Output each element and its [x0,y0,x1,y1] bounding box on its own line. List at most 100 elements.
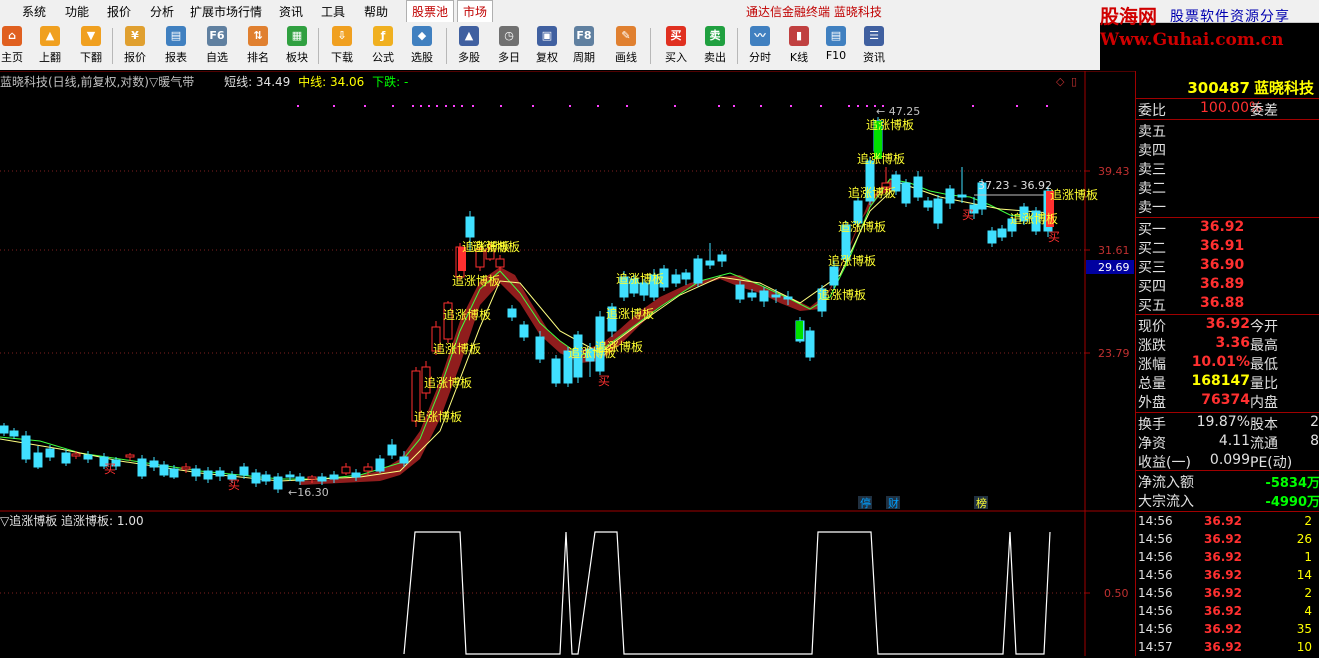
toolbar-button-9[interactable]: ⇩ 下载 [324,26,360,68]
brand-slogan: 股票软件资源分享 [1170,9,1290,25]
stock-header[interactable]: 300487 蓝晓科技 [1136,77,1319,98]
current-price-label: 29.69 [1098,261,1130,274]
fundamental-value-2: 8 [1310,433,1319,449]
report-icon: ▤ [166,26,186,46]
quote-panel: 300487 蓝晓科技 委比 100.00% 委差 卖五 卖四 卖三 卖二 卖一 买一 36.92 买二… [1135,71,1319,656]
tick-time: 14:56 [1138,568,1173,582]
toolbar-button-label: 资讯 [863,51,885,64]
tick-volume: 26 [1296,532,1312,546]
tab-stock-pool[interactable]: 股票池 [406,0,455,23]
menu-help[interactable]: 帮助 [364,3,388,20]
signal-dot [790,105,792,107]
ask-label: 卖五 [1138,124,1166,140]
weibi-label: 委比 [1138,103,1166,119]
ask-row: 卖五 [1138,121,1319,140]
menu-news[interactable]: 资讯 [279,3,303,20]
signal-dot [760,105,762,107]
menu-function[interactable]: 功能 [65,3,89,20]
toolbar-button-2[interactable]: ▲ 上翻 [32,26,68,68]
menu-analysis[interactable]: 分析 [150,3,174,20]
stat-label-2: 今开 [1250,319,1278,335]
flow-label: 净流入额 [1138,475,1194,491]
toolbar-button-11[interactable]: ◆ 选股 [404,26,440,68]
toolbar-button-label: 上翻 [39,51,61,64]
flow-value: -4990万 [1265,495,1319,510]
toolbar-button-8[interactable]: ▦ 板块 [279,26,315,68]
price-axis-label: 23.79 [1098,347,1130,360]
tick-volume: 10 [1296,640,1312,654]
signal-dot [472,105,474,107]
toolbar-button-label: K线 [789,51,809,64]
menu-quote[interactable]: 报价 [107,3,131,20]
signal-dot [866,105,868,107]
toolbar-button-20[interactable]: ▮ K线 [781,26,817,68]
ask-label: 卖二 [1138,181,1166,197]
toolbar-button-19[interactable]: 〰分时 [742,26,778,68]
toolbar-button-18[interactable]: 卖卖出 [697,26,733,68]
signal-dot [674,105,676,107]
mid-line-value: 中线: 34.06 [298,75,365,89]
toolbar-button-5[interactable]: ▤ 报表 [158,26,194,68]
toolbar-button-21[interactable]: ▤ F10 [818,26,854,68]
indicator-header: ▽追涨博板 追涨博板: 1.00 [0,514,144,528]
toolbar-button-15[interactable]: F8 周期 [566,26,602,68]
price-axis-label: 39.43 [1098,165,1130,178]
menu-extended-market[interactable]: 扩展市场行情 [190,3,262,20]
stat-row: 现价 36.92 今开 [1138,316,1319,335]
toolbar-button-label: 多股 [458,51,480,64]
toolbar-button-17[interactable]: 买买入 [658,26,694,68]
chart-header: 蓝晓科技(日线,前复权,对数)▽暖气带 短线: 34.49 中线: 34.06 … [0,73,408,90]
signal-label: 追涨博板 [424,375,472,390]
signal-dot [420,105,422,107]
candle-body [735,284,745,300]
tab-market[interactable]: 市场 [457,0,494,23]
stat-label-2: 量比 [1250,376,1278,392]
signal-dot [428,105,430,107]
signal-dot [733,105,735,107]
signal-dot [848,105,850,107]
panel-divider [1136,511,1319,512]
flow-row: 大宗流入 -4990万 [1138,491,1319,510]
candle-body [923,200,933,208]
ask-label: 卖一 [1138,200,1166,216]
candle-body [507,308,517,318]
candle-body [913,176,923,198]
f8-icon: F8 [574,26,594,46]
candle-body [535,336,545,360]
candle-body [771,294,781,298]
fundamental-value: 19.87% [1196,414,1250,430]
signal-dot [412,105,414,107]
toolbar-button-22[interactable]: ☰ 资讯 [856,26,892,68]
toolbar-button-1[interactable]: ⌂ 主页 [0,26,30,68]
toolbar-button-6[interactable]: F6 自选 [199,26,235,68]
toolbar-button-4[interactable]: ¥ 报价 [117,26,153,68]
toolbar-button-label: 选股 [411,51,433,64]
tick-volume: 2 [1304,586,1312,600]
ask-label: 卖三 [1138,162,1166,178]
kline-chart[interactable]: 39.4331.6123.7929.690.50◇ ▯追涨博板追涨博板追涨博板追涨… [0,71,1135,656]
toolbar-button-16[interactable]: ✎ 画线 [608,26,644,68]
candle-body [239,466,249,476]
toolbar-button-7[interactable]: ⇅ 排名 [240,26,276,68]
candle-body [519,324,529,338]
toolbar-button-label: 板块 [286,51,308,64]
toolbar-button-10[interactable]: ƒ 公式 [365,26,401,68]
menu-tools[interactable]: 工具 [321,3,345,20]
candle-body [159,464,169,476]
buy-label: 买 [1048,230,1060,244]
menu-system[interactable]: 系统 [22,3,46,20]
candle-body [399,456,409,464]
toolbar-button-label: F10 [825,49,847,62]
candle-body [957,194,967,198]
bid-row: 买二 36.91 [1138,238,1319,257]
toolbar-separator [112,28,113,64]
candle-body [191,468,201,477]
stock-code: 300487 [1187,79,1250,97]
tick-price: 36.92 [1204,622,1242,636]
toolbar-button-12[interactable]: ▲ 多股 [451,26,487,68]
sector-icon: ▦ [287,26,307,46]
toolbar-button-3[interactable]: ▼ 下翻 [73,26,109,68]
toolbar-button-13[interactable]: ◷ 多日 [491,26,527,68]
candle-body [329,474,339,480]
toolbar-button-14[interactable]: ▣ 复权 [529,26,565,68]
